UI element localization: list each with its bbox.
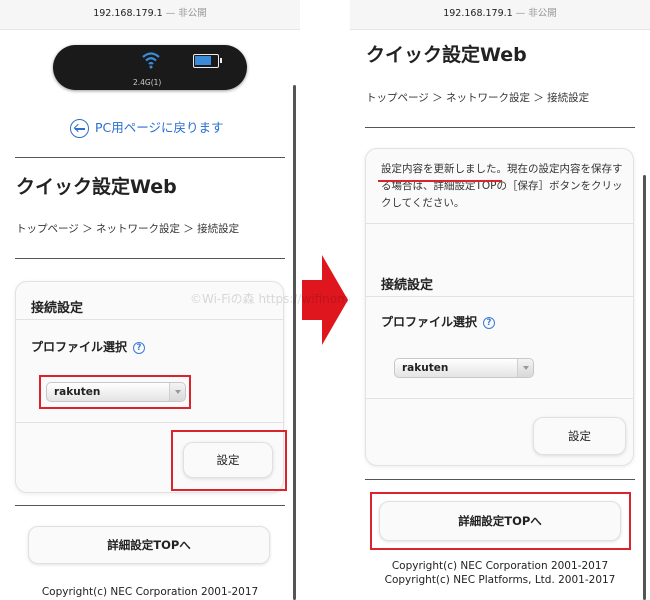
profile-select-value: rakuten [402, 362, 449, 374]
card-divider [16, 422, 283, 423]
connection-settings-card: 設定内容を更新しました。現在の設定内容を保存する場合は、詳細設定TOPの［保存］… [365, 148, 634, 466]
url-address: 192.168.179.1 [443, 8, 513, 19]
back-to-pc-link[interactable]: PC用ページに戻ります [70, 117, 224, 138]
help-icon[interactable]: ? [483, 317, 496, 329]
copyright-line-1: Copyright(c) NEC Corporation 2001-2017 [391, 560, 609, 572]
url-bar[interactable]: 192.168.179.1 — 非公開 [350, 0, 650, 30]
url-bar[interactable]: 192.168.179.1 — 非公開 [0, 0, 300, 30]
divider [365, 479, 635, 480]
profile-select-label: プロファイル選択? [31, 338, 146, 355]
page-title: クイック設定Web [16, 176, 177, 198]
url-status: 非公開 [178, 8, 207, 19]
back-arrow-icon [70, 119, 89, 138]
card-divider [16, 319, 283, 320]
chevron-down-icon [517, 359, 533, 377]
card-heading: 接続設定 [381, 278, 434, 293]
scrollbar[interactable] [643, 175, 646, 600]
highlight-submit-box [171, 430, 287, 491]
wifi-icon [142, 52, 160, 69]
highlight-select-box [39, 375, 191, 409]
right-screenshot: 192.168.179.1 — 非公開 クイック設定Web トップページ ＞ ネ… [350, 0, 650, 600]
profile-select-label: プロファイル選択? [381, 313, 496, 330]
update-message: 設定内容を更新しました。現在の設定内容を保存する場合は、詳細設定TOPの［保存］… [381, 161, 631, 212]
copyright-line-2: Copyright(c) NEC Platforms, Ltd. 2001-20… [384, 574, 616, 586]
card-heading: 接続設定 [31, 301, 84, 316]
copyright: Copyright(c) NEC Corporation 2001-2017 [41, 586, 259, 598]
profile-select[interactable]: rakuten [394, 358, 534, 378]
divider [365, 127, 635, 128]
battery-icon [193, 54, 222, 68]
highlight-top-button-box [370, 492, 631, 550]
card-divider [366, 223, 633, 224]
card-divider [366, 296, 633, 297]
help-icon[interactable]: ? [133, 342, 146, 354]
url-separator: — [165, 8, 176, 19]
band-label: 2.4G(1) [133, 78, 162, 87]
update-message-highlight: 設定内容を更新しました。 [381, 163, 507, 175]
submit-button[interactable]: 設定 [533, 417, 626, 455]
card-divider [366, 398, 633, 399]
divider [15, 157, 285, 158]
page-title: クイック設定Web [366, 44, 527, 66]
url-status: 非公開 [528, 8, 557, 19]
scrollbar[interactable] [293, 85, 296, 600]
highlight-underline [378, 180, 502, 182]
divider [15, 258, 285, 259]
breadcrumb: トップページ ＞ ネットワーク設定 ＞ 接続設定 [16, 223, 240, 235]
detail-settings-top-button[interactable]: 詳細設定TOPへ [28, 526, 270, 564]
back-link-label: PC用ページに戻ります [95, 120, 224, 135]
divider [15, 505, 285, 506]
url-address: 192.168.179.1 [93, 8, 163, 19]
breadcrumb: トップページ ＞ ネットワーク設定 ＞ 接続設定 [366, 92, 590, 104]
url-separator: — [515, 8, 526, 19]
profile-label-text: プロファイル選択 [31, 340, 128, 354]
profile-label-text: プロファイル選択 [381, 315, 478, 329]
router-device-image: 2.4G(1) [53, 45, 247, 90]
